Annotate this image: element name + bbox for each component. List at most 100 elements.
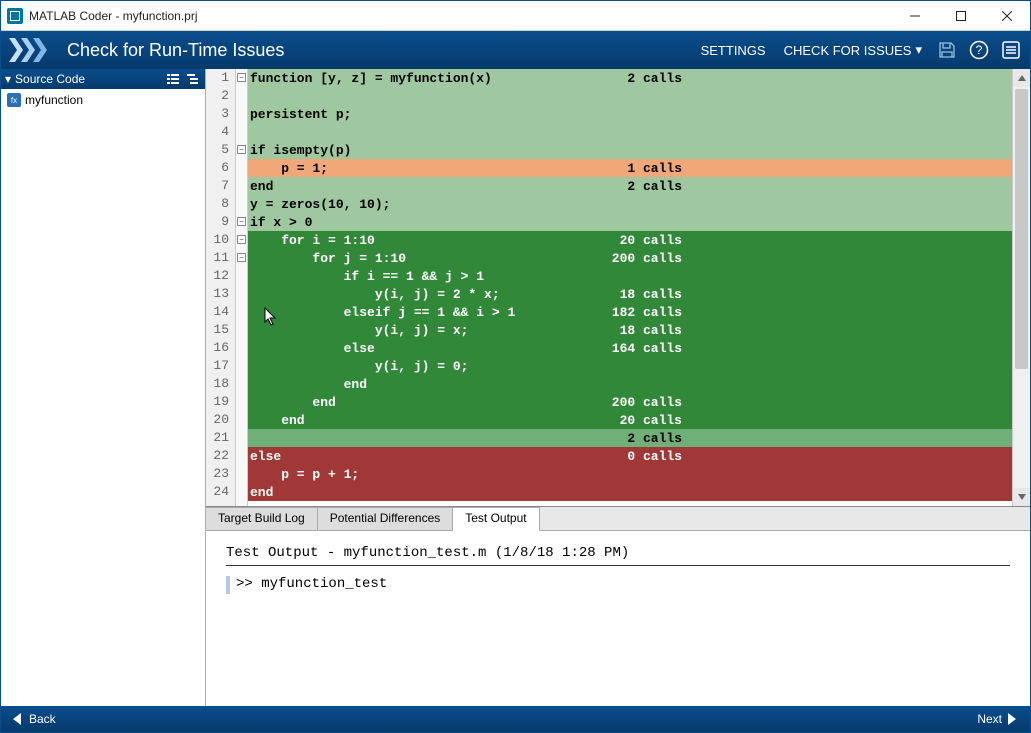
code-text: y(i, j) = x;	[248, 323, 468, 338]
sidebar-header[interactable]: ▾ Source Code	[1, 69, 205, 89]
line-number: 14	[206, 303, 229, 321]
settings-button[interactable]: SETTINGS	[701, 43, 766, 58]
line-number: 23	[206, 465, 229, 483]
fold-toggle[interactable]: −	[237, 73, 246, 82]
line-number: 11	[206, 249, 229, 267]
app-icon	[7, 8, 23, 24]
code-line[interactable]: end	[248, 483, 1012, 501]
line-number: 20	[206, 411, 229, 429]
code-line[interactable]: persistent p;	[248, 105, 1012, 123]
wizard-progress-icon	[9, 38, 53, 62]
toolbar: Check for Run-Time Issues SETTINGS CHECK…	[1, 31, 1030, 69]
code-line[interactable]: p = p + 1;	[248, 465, 1012, 483]
scroll-up-button[interactable]	[1013, 69, 1030, 87]
test-output-content: Test Output - myfunction_test.m (1/8/18 …	[206, 531, 1030, 706]
code-line[interactable]	[248, 87, 1012, 105]
line-number: 7	[206, 177, 229, 195]
code-line[interactable]: else 164 calls	[248, 339, 1012, 357]
code-line[interactable]: else0 calls	[248, 447, 1012, 465]
minimize-button[interactable]	[892, 1, 938, 30]
output-tab[interactable]: Potential Differences	[318, 507, 454, 530]
line-number: 2	[206, 87, 229, 105]
code-text: else	[248, 341, 375, 356]
window-title: MATLAB Coder - myfunction.prj	[29, 9, 892, 23]
output-tab[interactable]: Test Output	[453, 507, 539, 531]
code-line[interactable]: y(i, j) = x; 18 calls	[248, 321, 1012, 339]
maximize-button[interactable]	[938, 1, 984, 30]
fold-gutter: − − − − −	[236, 69, 248, 506]
code-text: for j = 1:10	[248, 251, 406, 266]
code-line[interactable]: if isempty(p)	[248, 141, 1012, 159]
vertical-scrollbar[interactable]	[1012, 69, 1030, 506]
source-file-item[interactable]: fx myfunction	[3, 91, 203, 109]
call-count: 200 calls	[612, 251, 1012, 266]
code-line[interactable]: y(i, j) = 2 * x;18 calls	[248, 285, 1012, 303]
code-line[interactable]: y = zeros(10, 10);	[248, 195, 1012, 213]
call-count: 182 calls	[612, 305, 1012, 320]
scroll-down-button[interactable]	[1013, 488, 1030, 506]
line-number: 22	[206, 447, 229, 465]
next-button[interactable]: Next	[977, 712, 1018, 726]
fold-toggle[interactable]: −	[237, 253, 246, 262]
function-icon: fx	[7, 93, 21, 107]
fold-toggle[interactable]: −	[237, 217, 246, 226]
line-number: 15	[206, 321, 229, 339]
step-title: Check for Run-Time Issues	[67, 40, 683, 61]
code-text: end	[248, 485, 273, 500]
svg-text:?: ?	[976, 43, 983, 57]
code-text: p = 1;	[248, 161, 328, 176]
help-icon[interactable]: ?	[968, 39, 990, 61]
fold-toggle[interactable]: −	[237, 235, 246, 244]
output-tab[interactable]: Target Build Log	[206, 507, 318, 530]
code-line[interactable]: end 200 calls	[248, 393, 1012, 411]
tree-view-icon[interactable]	[185, 71, 201, 87]
list-view-icon[interactable]	[165, 71, 181, 87]
code-area[interactable]: function [y, z] = myfunction(x)2 callspe…	[248, 69, 1012, 506]
chevron-down-icon: ▾	[5, 72, 11, 86]
save-icon[interactable]	[936, 39, 958, 61]
line-number: 17	[206, 357, 229, 375]
code-line[interactable]: function [y, z] = myfunction(x)2 calls	[248, 69, 1012, 87]
line-number: 4	[206, 123, 229, 141]
code-text: function [y, z] = myfunction(x)	[248, 71, 492, 86]
line-number: 16	[206, 339, 229, 357]
code-line[interactable]	[248, 123, 1012, 141]
code-line[interactable]: y(i, j) = 0;	[248, 357, 1012, 375]
code-line[interactable]: end2 calls	[248, 177, 1012, 195]
check-for-issues-button[interactable]: CHECK FOR ISSUES▾	[784, 42, 922, 58]
chevron-down-icon: ▾	[915, 42, 922, 58]
back-button[interactable]: Back	[13, 712, 56, 726]
call-count: 164 calls	[612, 341, 1012, 356]
scroll-thumb[interactable]	[1015, 89, 1028, 369]
code-line[interactable]: end	[248, 375, 1012, 393]
line-number: 3	[206, 105, 229, 123]
code-line[interactable]: p = 1;1 calls	[248, 159, 1012, 177]
code-text: for i = 1:10	[248, 233, 375, 248]
line-number: 18	[206, 375, 229, 393]
code-text: elseif j == 1 && i > 1	[248, 305, 515, 320]
call-count: 18 calls	[620, 287, 1012, 302]
menu-icon[interactable]	[1000, 39, 1022, 61]
code-line[interactable]: for i = 1:1020 calls	[248, 231, 1012, 249]
line-number-gutter: 123456789101112131415161718192021222324	[206, 69, 236, 506]
output-tabs: Target Build LogPotential DifferencesTes…	[206, 507, 1030, 531]
call-count: 200 calls	[612, 395, 1012, 410]
call-count: 18 calls	[620, 323, 1012, 338]
code-text: else	[248, 449, 281, 464]
line-number: 5	[206, 141, 229, 159]
code-line[interactable]: for j = 1:10 200 calls	[248, 249, 1012, 267]
code-text: end	[248, 395, 336, 410]
code-line[interactable]: 2 calls	[248, 429, 1012, 447]
code-line[interactable]: end20 calls	[248, 411, 1012, 429]
code-line[interactable]: if x > 0	[248, 213, 1012, 231]
call-count: 20 calls	[620, 413, 1012, 428]
code-text: if isempty(p)	[248, 143, 351, 158]
code-text: p = p + 1;	[248, 467, 359, 482]
command-indicator	[226, 576, 230, 594]
code-line[interactable]: if i == 1 && j > 1	[248, 267, 1012, 285]
footer: Back Next	[1, 706, 1030, 732]
close-button[interactable]	[984, 1, 1030, 30]
fold-toggle[interactable]: −	[237, 145, 246, 154]
code-line[interactable]: elseif j == 1 && i > 1 182 calls	[248, 303, 1012, 321]
code-text: y = zeros(10, 10);	[248, 197, 390, 212]
